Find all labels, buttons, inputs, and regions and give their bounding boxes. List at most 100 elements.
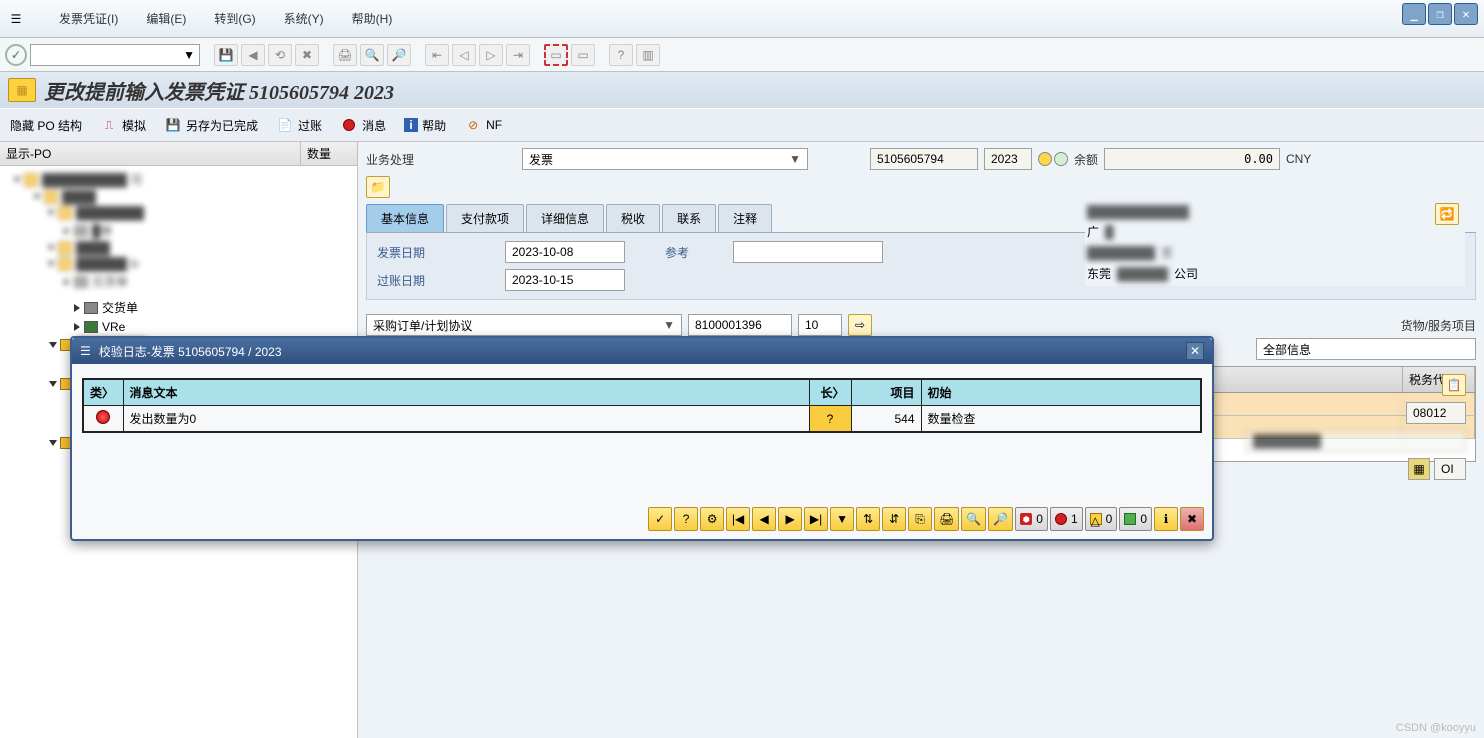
layout-icon[interactable]: ▥ bbox=[636, 44, 660, 66]
tree-row-vre[interactable]: VRe bbox=[4, 318, 353, 336]
tech-info-icon[interactable]: ⚙ bbox=[700, 507, 724, 531]
find-next-icon[interactable]: 🔎 bbox=[387, 44, 411, 66]
save-icon[interactable]: 💾 bbox=[214, 44, 238, 66]
grid-icon[interactable]: ▦ bbox=[1408, 458, 1430, 480]
ok-count[interactable]: 0 bbox=[1119, 507, 1152, 531]
back-icon[interactable]: ◀ bbox=[241, 44, 265, 66]
tab-contact[interactable]: 联系 bbox=[662, 204, 716, 232]
find-icon[interactable]: 🔍 bbox=[360, 44, 384, 66]
info2-icon[interactable]: ℹ bbox=[1154, 507, 1178, 531]
folder-button[interactable]: 📁 bbox=[366, 176, 390, 198]
format-dropdown[interactable]: 全部信息 bbox=[1256, 338, 1476, 360]
vendor-info: ████████████ 广█ ████████室 东莞██████公司 🔁 bbox=[1085, 201, 1465, 286]
col-item: 项目 bbox=[851, 379, 921, 406]
code-field: 08012 bbox=[1406, 402, 1466, 424]
stop-count[interactable]: ⬢0 bbox=[1015, 507, 1048, 531]
sort-desc-icon[interactable]: ⇵ bbox=[882, 507, 906, 531]
first-page-icon[interactable]: |◀ bbox=[726, 507, 750, 531]
display-button[interactable]: 📋 bbox=[1442, 374, 1466, 396]
menu-invoice[interactable]: 发票凭证(I) bbox=[45, 8, 132, 29]
print2-icon[interactable]: 🖨 bbox=[934, 507, 959, 531]
po-item-field[interactable]: 10 bbox=[798, 314, 842, 336]
col-type: 类〉 bbox=[83, 379, 123, 406]
help-button[interactable]: i帮助 bbox=[404, 117, 446, 134]
validation-log-dialog: ☰ 校验日志-发票 5105605794 / 2023 ✕ 类〉 消息文本 长〉… bbox=[70, 336, 1214, 541]
post-button[interactable]: 📄过账 bbox=[276, 117, 322, 134]
app-menu-icon[interactable]: ☰ bbox=[5, 9, 27, 29]
year-field: 2023 bbox=[984, 148, 1032, 170]
invoice-date-label: 发票日期 bbox=[377, 244, 497, 261]
reference-field[interactable] bbox=[733, 241, 883, 263]
balance-field: 0.00 bbox=[1104, 148, 1280, 170]
tree-header: 显示-PO 数量 bbox=[0, 142, 357, 166]
ref-type-dropdown[interactable]: 采购订单/计划协议▼ bbox=[366, 314, 682, 336]
find2-icon[interactable]: 🔍 bbox=[961, 507, 986, 531]
simulate-button[interactable]: ⎍模拟 bbox=[100, 117, 146, 134]
dialog-cancel-button[interactable]: ✖ bbox=[1180, 507, 1204, 531]
help2-icon[interactable]: ? bbox=[674, 507, 698, 531]
hide-po-button[interactable]: 隐藏 PO 结构 bbox=[10, 117, 82, 134]
biz-label: 业务处理 bbox=[366, 151, 516, 168]
tab-basic[interactable]: 基本信息 bbox=[366, 204, 444, 232]
menu-goto[interactable]: 转到(G) bbox=[200, 8, 269, 29]
tree-row-delivery[interactable]: 交货单 bbox=[4, 297, 353, 318]
menu-edit[interactable]: 编辑(E) bbox=[132, 8, 200, 29]
vendor-detail-button[interactable]: 🔁 bbox=[1435, 203, 1459, 225]
last-icon[interactable]: ⇥ bbox=[506, 44, 530, 66]
po-field[interactable]: 8100001396 bbox=[688, 314, 792, 336]
next-icon[interactable]: ▷ bbox=[479, 44, 503, 66]
findnext2-icon[interactable]: 🔎 bbox=[988, 507, 1013, 531]
tcode-combo[interactable]: ▼ bbox=[30, 44, 200, 66]
save-completed-button[interactable]: 💾另存为已完成 bbox=[164, 117, 258, 134]
first-icon[interactable]: ⇤ bbox=[425, 44, 449, 66]
create-session-icon[interactable]: ▭ bbox=[544, 44, 568, 66]
invoice-date-row: 发票日期 2023-10-08 bbox=[377, 241, 625, 263]
balance-label: 余额 bbox=[1074, 151, 1098, 168]
tab-note[interactable]: 注释 bbox=[718, 204, 772, 232]
filter-icon[interactable]: ▼ bbox=[830, 507, 854, 531]
menu-help[interactable]: 帮助(H) bbox=[338, 8, 407, 29]
long-text-icon[interactable]: ? bbox=[809, 406, 851, 433]
tab-payment[interactable]: 支付款项 bbox=[446, 204, 524, 232]
object-icon: ▦ bbox=[8, 78, 36, 102]
check-icon[interactable]: ✓ bbox=[648, 507, 672, 531]
error-count[interactable]: 1 bbox=[1050, 507, 1083, 531]
tab-detail[interactable]: 详细信息 bbox=[526, 204, 604, 232]
title-bar: ▦ 更改提前输入发票凭证 5105605794 2023 bbox=[0, 72, 1484, 108]
tab-tax[interactable]: 税收 bbox=[606, 204, 660, 232]
dialog-menu-icon[interactable]: ☰ bbox=[80, 344, 91, 358]
nf-button[interactable]: ⊘NF bbox=[464, 117, 502, 133]
export-icon[interactable]: ⎘ bbox=[908, 507, 932, 531]
post-date-label: 过账日期 bbox=[377, 272, 497, 289]
message-row[interactable]: 发出数量为0 ? 544 数量检查 bbox=[83, 406, 1201, 433]
shortcut-icon[interactable]: ▭ bbox=[571, 44, 595, 66]
exit-icon[interactable]: ⟲ bbox=[268, 44, 292, 66]
warn-count[interactable]: △0 bbox=[1085, 507, 1118, 531]
minimize-button[interactable]: _ bbox=[1402, 3, 1426, 25]
biz-dropdown[interactable]: 发票▼ bbox=[522, 148, 808, 170]
next-page-icon[interactable]: ▶ bbox=[778, 507, 802, 531]
service-label: 货物/服务项目 bbox=[1401, 317, 1476, 334]
help-icon[interactable]: ? bbox=[609, 44, 633, 66]
message-text: 发出数量为0 bbox=[123, 406, 809, 433]
messages-button[interactable]: 消息 bbox=[340, 117, 386, 134]
restore-button[interactable]: ❐ bbox=[1428, 3, 1452, 25]
prev-page-icon[interactable]: ◀ bbox=[752, 507, 776, 531]
currency-label: CNY bbox=[1286, 152, 1311, 166]
dialog-toolbar: ✓ ? ⚙ |◀ ◀ ▶ ▶| ▼ ⇅ ⇵ ⎘ 🖨 🔍 🔎 ⬢0 1 △0 0 … bbox=[72, 501, 1212, 539]
window-controls: _ ❐ ✕ bbox=[1402, 3, 1478, 25]
print-icon[interactable]: 🖨 bbox=[333, 44, 357, 66]
menu-system[interactable]: 系统(Y) bbox=[270, 8, 338, 29]
cancel-icon[interactable]: ✖ bbox=[295, 44, 319, 66]
prev-icon[interactable]: ◁ bbox=[452, 44, 476, 66]
dialog-close-button[interactable]: ✕ bbox=[1186, 342, 1204, 360]
reference-selector-row: 采购订单/计划协议▼ 8100001396 10 ⇨ 货物/服务项目 bbox=[366, 314, 1476, 336]
close-button[interactable]: ✕ bbox=[1454, 3, 1478, 25]
po-search-button[interactable]: ⇨ bbox=[848, 314, 872, 336]
post-date-field[interactable]: 2023-10-15 bbox=[505, 269, 625, 291]
tree-col-po: 显示-PO bbox=[0, 142, 301, 165]
invoice-date-field[interactable]: 2023-10-08 bbox=[505, 241, 625, 263]
last-page-icon[interactable]: ▶| bbox=[804, 507, 828, 531]
sort-asc-icon[interactable]: ⇅ bbox=[856, 507, 880, 531]
enter-icon[interactable]: ✓ bbox=[5, 44, 27, 66]
